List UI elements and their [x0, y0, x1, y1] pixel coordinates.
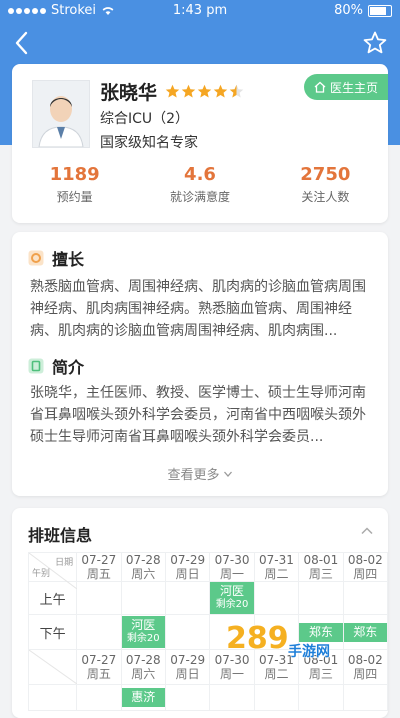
date-header: 07-30 周一: [209, 552, 255, 582]
bio-title: 简介: [52, 358, 85, 377]
chevron-down-icon: [223, 471, 232, 477]
corner-divider: [29, 650, 77, 684]
date-header: 08-02 周四: [342, 552, 389, 582]
stat-value: 2750: [300, 164, 351, 185]
empty-slot: [120, 581, 166, 615]
chevron-up-icon[interactable]: [360, 524, 374, 538]
nav-bar: [0, 28, 400, 62]
stat-value: 4.6: [184, 164, 216, 185]
stats-row: 1189 预约量 4.6 就诊满意度 2750 关注人数: [12, 164, 388, 205]
doctor-intro-card: 擅长 熟悉脑血管病、周围神经病、肌肉病的诊脑血管病周围神经病、肌肉病围神经病。熟…: [12, 232, 388, 496]
stat-label: 预约量: [56, 190, 93, 204]
status-bar: Strokei 1:43 pm 80%: [0, 0, 400, 22]
schedule-slot[interactable]: 河医 剩余20: [120, 614, 166, 650]
schedule-slot[interactable]: 惠济: [120, 684, 166, 711]
schedule-corner: 日期 午别: [27, 552, 78, 589]
period-label: [27, 684, 78, 711]
empty-slot: [164, 581, 211, 615]
empty-slot: [298, 684, 344, 711]
date-header: 07-27 周五: [76, 649, 122, 685]
empty-slot: [342, 581, 389, 615]
view-more-button[interactable]: 查看更多: [12, 464, 388, 483]
stat-value: 1189: [49, 164, 100, 185]
doctor-title: 国家级知名专家: [100, 135, 198, 151]
schedule-header-row: 日期 午别 07-27 周五 07-28 周六 07-29 周日 07-30 周一 07…: [27, 552, 389, 589]
empty-slot: [209, 684, 255, 711]
date-header: 07-28 周六: [120, 552, 166, 582]
empty-slot: [164, 614, 211, 650]
stat-label: 就诊满意度: [169, 190, 230, 204]
specialty-icon: [28, 250, 44, 266]
chevron-left-icon[interactable]: [12, 30, 32, 56]
battery-group: 80%: [334, 3, 392, 18]
doctor-portrait-icon: [33, 81, 89, 147]
empty-slot: [76, 581, 122, 615]
stat-satisfaction: 4.6 就诊满意度: [137, 164, 262, 205]
star-filled-icon: [165, 84, 180, 98]
svg-text:289: 289: [226, 621, 289, 656]
empty-slot: [164, 684, 211, 711]
battery-icon: [368, 4, 392, 17]
empty-slot: [253, 684, 300, 711]
specialty-heading: 擅长: [28, 246, 84, 270]
schedule-row-3: 惠济: [27, 684, 389, 711]
svg-text:手游网: 手游网: [288, 643, 330, 660]
doctor-home-label: 医生主页: [329, 80, 378, 95]
bio-icon: [28, 358, 44, 374]
stat-followers: 2750 关注人数: [263, 164, 388, 205]
bio-heading: 简介: [28, 354, 84, 378]
empty-slot: [76, 614, 122, 650]
doctor-name: 张晓华: [100, 82, 158, 104]
stat-label: 关注人数: [301, 190, 350, 204]
date-header: 07-28 周六: [120, 649, 166, 685]
schedule-card: 排班信息 日期 午别 07-27 周五 07-28 周六 07-29 周日 07-30…: [12, 508, 389, 718]
corner-date-label: 日期: [55, 558, 74, 568]
corner-period-label: 午别: [32, 569, 51, 579]
date-header: 07-31 周二: [253, 552, 300, 582]
schedule-title: 排班信息: [28, 526, 93, 545]
name-row: 张晓华: [100, 78, 244, 105]
star-filled-icon: [181, 84, 196, 98]
empty-slot: [298, 581, 344, 615]
home-icon: [314, 81, 326, 93]
specialty-text: 熟悉脑血管病、周围神经病、肌肉病的诊脑血管病周围神经病、肌肉病围神经病。熟悉脑血…: [30, 279, 366, 339]
rating-stars: [165, 84, 244, 99]
schedule-slot[interactable]: 河医 剩余20: [209, 581, 255, 615]
bio-text: 张晓华，主任医师、教授、医学博士、硕士生导师河南省耳鼻咽喉头颈外科学会委员，河南…: [30, 385, 366, 445]
doctor-profile-card: 张晓华 综合ICU（2） 国家级知名专家 医生主页 1189 预约量 4.6 就…: [12, 64, 388, 223]
battery-percent: 80%: [334, 3, 363, 18]
date-header: 07-27 周五: [76, 552, 122, 582]
period-label: 下午: [27, 614, 78, 650]
star-filled-icon: [197, 84, 212, 98]
watermark-logo: 289 手游网: [225, 620, 330, 660]
stat-appointments: 1189 预约量: [12, 164, 137, 205]
schedule-row-morning: 上午 河医 剩余20: [27, 581, 389, 615]
empty-slot: [342, 684, 389, 711]
empty-slot: [253, 581, 300, 615]
schedule-corner-2: [27, 649, 78, 685]
date-header: 07-29 周日: [164, 649, 211, 685]
empty-slot: [76, 684, 122, 711]
avatar: [32, 80, 90, 148]
star-outline-icon[interactable]: [362, 30, 388, 56]
department: 综合ICU（2）: [100, 111, 190, 127]
star-half-icon: [229, 84, 244, 98]
doctor-home-button[interactable]: 医生主页: [303, 74, 388, 100]
view-more-label: 查看更多: [167, 468, 220, 483]
date-header: 08-01 周三: [298, 552, 344, 582]
star-filled-icon: [213, 84, 228, 98]
date-header: 07-29 周日: [164, 552, 211, 582]
specialty-title: 擅长: [52, 250, 85, 269]
